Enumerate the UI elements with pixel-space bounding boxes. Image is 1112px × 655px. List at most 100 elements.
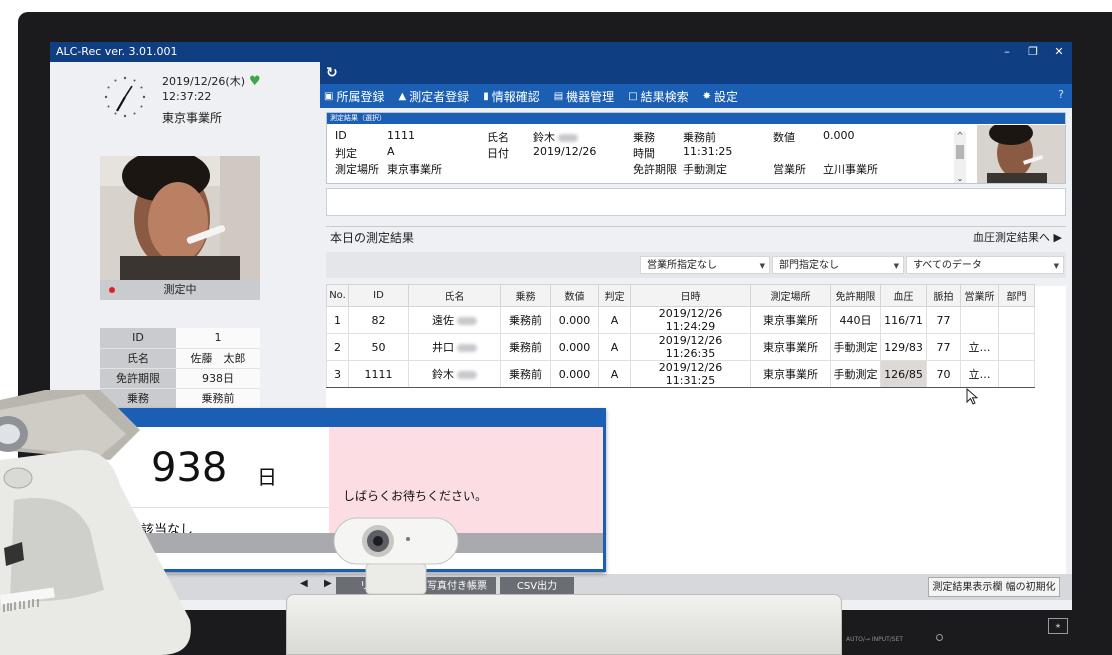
results-table: No. ID 氏名 乗務 数値 判定 日時 測定場所 免許期限 血圧 脈拍 営業… <box>326 284 1035 388</box>
cell: 0.000 <box>550 306 599 334</box>
col-header[interactable]: 日時 <box>630 284 751 307</box>
col-header[interactable]: No. <box>326 284 349 307</box>
chevron-down-icon: ▼ <box>759 262 765 270</box>
selected-duty: 乗務前 <box>683 131 716 144</box>
cell: 440日 <box>830 306 881 334</box>
date-text: 2019/12/26(木) <box>162 75 245 88</box>
field-label: ID <box>335 129 347 142</box>
today-results-header: 本日の測定結果 血圧測定結果へ ▶ <box>326 226 1066 248</box>
close-button[interactable]: ✕ <box>1046 42 1072 62</box>
col-header[interactable]: 判定 <box>598 284 631 307</box>
bp-results-link[interactable]: 血圧測定結果へ ▶ <box>973 227 1062 249</box>
field-label: 氏名 <box>487 131 509 144</box>
selected-scrollbar[interactable]: ^ ⌄ <box>954 131 966 183</box>
col-header[interactable]: 部門 <box>998 284 1035 307</box>
info-key: 免許期限 <box>100 368 176 389</box>
cell: 70 <box>926 360 961 388</box>
cell: 遠佐 <box>408 306 501 334</box>
help-button[interactable]: ? <box>1058 88 1064 101</box>
today-title: 本日の測定結果 <box>330 231 415 245</box>
field-label: 数値 <box>773 131 795 144</box>
col-header[interactable]: 脈拍 <box>926 284 961 307</box>
selected-id: 1111 <box>387 129 415 142</box>
branch-filter-select[interactable]: 営業所指定なし ▼ <box>640 256 770 274</box>
info-value: 938日 <box>176 368 260 389</box>
cell <box>998 333 1035 361</box>
cell <box>998 360 1035 388</box>
clock-icon <box>104 76 146 118</box>
col-header[interactable]: 営業所 <box>960 284 999 307</box>
menu-settings[interactable]: ✸ 設定 <box>703 88 738 105</box>
restore-button[interactable]: ❐ <box>1020 42 1046 62</box>
power-button-icon[interactable] <box>936 634 943 641</box>
measuring-status: 測定中 <box>100 280 260 300</box>
menu-label: 設定 <box>714 89 739 104</box>
menu-measurer-register[interactable]: ▲ 測定者登録 <box>398 88 469 105</box>
cell: 立… <box>960 333 999 361</box>
minimize-button[interactable]: – <box>994 42 1020 62</box>
datetime: 2019/12/26(木) ♥ 12:37:22 <box>162 74 261 104</box>
chevron-down-icon[interactable]: ⌄ <box>954 174 966 183</box>
select-value: 営業所指定なし <box>647 260 717 271</box>
monitor-icon: ▤ <box>553 90 564 102</box>
menu-affiliation-register[interactable]: ▣ 所属登録 <box>324 88 384 105</box>
message-box <box>326 188 1066 216</box>
menu-bar: ▣ 所属登録 ▲ 測定者登録 ▮ 情報確認 ▤ 機器管理 □ 結果検索 ✸ 設定 ? <box>320 84 1072 108</box>
wait-message: しばらくお待ちください。 <box>343 489 488 503</box>
cell: 50 <box>348 333 409 361</box>
table-row[interactable]: 2 50 井口 乗務前 0.000 A 2019/12/26 11:26:35 … <box>326 333 1035 361</box>
col-header[interactable]: 血圧 <box>880 284 927 307</box>
col-header[interactable]: ID <box>348 284 409 307</box>
cell: 77 <box>926 333 961 361</box>
col-header[interactable]: 免許期限 <box>830 284 881 307</box>
cell <box>960 306 999 334</box>
card-icon: ▮ <box>483 90 489 102</box>
refresh-bar: ↻ <box>320 62 1072 84</box>
refresh-icon[interactable]: ↻ <box>326 65 338 81</box>
blurred-name <box>558 134 578 142</box>
menu-device-management[interactable]: ▤ 機器管理 <box>554 88 614 105</box>
menu-result-search[interactable]: □ 結果検索 <box>628 88 688 105</box>
blurred-name <box>457 317 477 325</box>
col-header[interactable]: 測定場所 <box>750 284 831 307</box>
cell: 116/71 <box>880 306 927 334</box>
blurred-name <box>457 344 477 352</box>
cell: 2019/12/26 11:31:25 <box>630 360 751 388</box>
recording-dot-icon <box>109 287 115 293</box>
blurred-name <box>457 371 477 379</box>
cell: 82 <box>348 306 409 334</box>
filter-bar: 営業所指定なし ▼ 部門指定なし ▼ すべてのデータ ▼ <box>326 252 1066 278</box>
cell: 乗務前 <box>500 360 551 388</box>
selected-branch: 立川事業所 <box>823 163 878 176</box>
camera-photo <box>100 156 260 280</box>
dept-filter-select[interactable]: 部門指定なし ▼ <box>772 256 904 274</box>
col-header[interactable]: 氏名 <box>408 284 501 307</box>
office-name: 東京事業所 <box>162 111 223 125</box>
alcohol-detector-device <box>0 390 191 655</box>
chevron-left-icon[interactable]: ◀ <box>300 578 308 589</box>
selected-name: 鈴木 <box>533 129 578 145</box>
table-row-selected[interactable]: 3 1111 鈴木 乗務前 0.000 A 2019/12/26 11:31:2… <box>326 360 1035 388</box>
cell: 2 <box>326 333 349 361</box>
info-key: 氏名 <box>100 348 176 369</box>
scroll-thumb[interactable] <box>956 145 964 159</box>
gear-icon: ✸ <box>702 90 712 102</box>
data-filter-select[interactable]: すべてのデータ ▼ <box>906 256 1064 274</box>
info-row: ID 1 <box>100 328 260 349</box>
cell: 1111 <box>348 360 409 388</box>
field-label: 時間 <box>633 147 655 160</box>
bezel-input-label: AUTO/→ INPUT/SET <box>846 636 904 643</box>
cell: A <box>598 306 631 334</box>
cell: 1 <box>326 306 349 334</box>
menu-info-check[interactable]: ▮ 情報確認 <box>483 88 540 105</box>
table-row[interactable]: 1 82 遠佐 乗務前 0.000 A 2019/12/26 11:24:29 … <box>326 306 1035 334</box>
col-header[interactable]: 数値 <box>550 284 599 307</box>
cell: 東京事業所 <box>750 306 831 334</box>
field-label: 日付 <box>487 147 509 160</box>
col-header[interactable]: 乗務 <box>500 284 551 307</box>
menu-label: 機器管理 <box>566 89 615 104</box>
cell: 77 <box>926 306 961 334</box>
cell: 手動測定 <box>830 333 881 361</box>
building-icon: ▣ <box>324 90 334 102</box>
reset-column-width-button[interactable]: 測定結果表示欄 幅の初期化 <box>928 577 1060 597</box>
